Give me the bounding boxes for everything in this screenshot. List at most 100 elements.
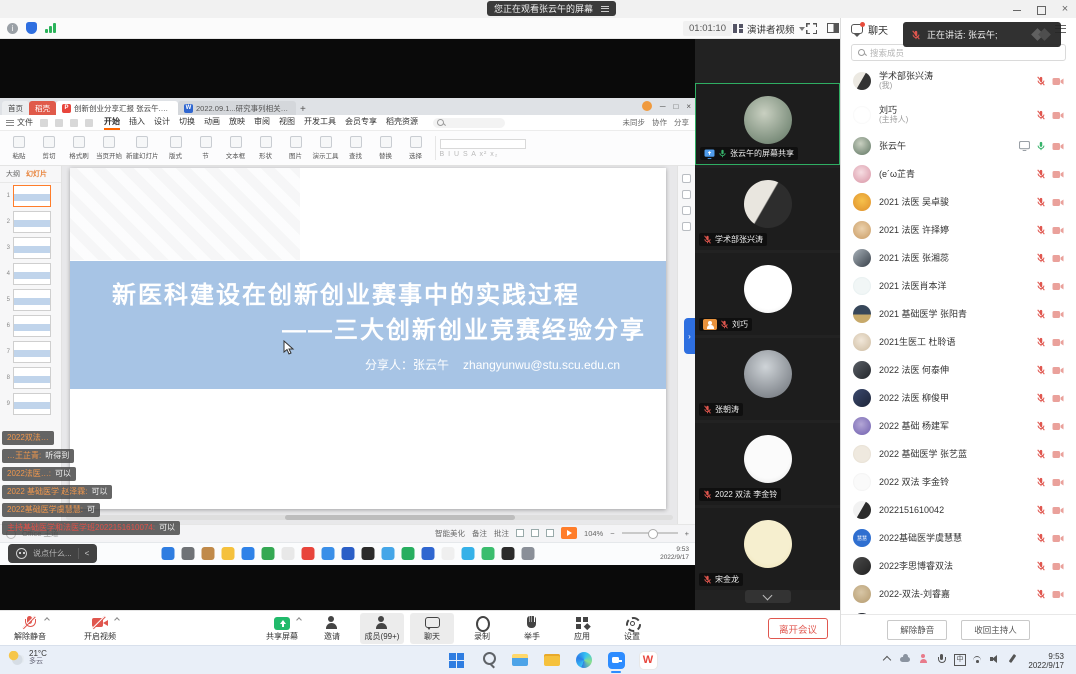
participant-row[interactable]: 学术部张兴涛 (我) [841,64,1076,98]
wps-menu-tab[interactable]: 审阅 [254,116,270,130]
wps-minimize-button[interactable]: ─ [660,102,666,111]
font-name-box[interactable] [440,139,526,149]
scroll-down-button[interactable] [745,590,791,603]
mic-muted-icon[interactable] [1036,365,1046,375]
ribbon-button[interactable]: 粘贴 [4,136,34,160]
collapse-chat-icon[interactable]: < [85,549,90,558]
mic-muted-icon[interactable] [1036,76,1046,86]
chevron-up-icon[interactable] [114,617,120,623]
reclaim-host-button[interactable]: 收回主持人 [961,620,1030,640]
taskbar-app-icon[interactable] [573,649,595,671]
tray-icon[interactable] [954,654,964,664]
ribbon-button[interactable]: 格式刷 [64,136,94,160]
taskbar-app-icon[interactable] [637,649,659,671]
save-icon[interactable] [40,119,48,127]
ribbon-button[interactable]: 查找 [341,136,371,160]
comments-button[interactable]: 批注 [494,528,509,539]
wps-maximize-button[interactable]: □ [673,102,678,111]
tray-icon[interactable] [1008,654,1018,664]
wps-menu-tab[interactable]: 开始 [104,116,120,130]
mic-muted-icon[interactable] [1036,337,1046,347]
toolbar-button[interactable]: 应用 [560,613,604,644]
toolbar-button[interactable]: 共享屏幕 [260,613,304,644]
video-tile[interactable]: 张朝涛 [695,338,840,420]
close-button[interactable]: × [1060,4,1070,14]
mic-muted-icon[interactable] [1036,309,1046,319]
wps-menu-right-item[interactable]: 未同步 [623,117,646,128]
taskbar-app-icon[interactable] [605,649,627,671]
video-tile[interactable]: 2022 双法 李金铃 [695,423,840,505]
ribbon-button[interactable]: 演示工具 [311,136,341,160]
taskbar-app-icon[interactable] [481,547,494,560]
participant-row[interactable]: 2022-双法-刘睿嘉 [841,580,1076,608]
file-menu[interactable]: 文件 [6,117,33,128]
video-tile[interactable]: 学术部张兴涛 [695,168,840,250]
slide-thumbnail-preview[interactable] [13,367,51,389]
view-mode-switcher[interactable]: 演讲者视频 [733,21,805,36]
slide-thumbnail[interactable]: 4 [0,261,61,287]
toolbar-button[interactable]: 举手 [510,613,554,644]
taskbar-app-icon[interactable] [445,649,467,671]
ribbon-button[interactable]: 当页开始 [94,136,124,160]
camera-off-icon[interactable] [1052,534,1064,543]
toolbar-button[interactable]: 邀请 [310,613,354,644]
search-input[interactable] [870,48,1059,58]
mic-muted-icon[interactable] [1036,589,1046,599]
ribbon-button[interactable]: 节 [191,136,221,160]
wps-tab-doc2[interactable]: W 2022.09.1...研究事列相关问题汇总 [178,101,296,115]
ribbon-button[interactable]: 图片 [281,136,311,160]
normal-view-icon[interactable] [516,529,524,537]
slide-thumbnail-preview[interactable] [13,185,51,207]
leave-meeting-button[interactable]: 离开会议 [768,618,828,639]
participant-row[interactable]: 2022151610042 [841,496,1076,524]
new-tab-button[interactable]: + [300,104,306,115]
participant-row[interactable]: (e´ω芷青 [841,160,1076,188]
taskbar-app-icon[interactable] [361,547,374,560]
ribbon-button[interactable]: 替换 [371,136,401,160]
slide-thumbnail[interactable]: 1 [0,183,61,209]
slide-thumbnail[interactable]: 9 [0,391,61,417]
banner-menu-icon[interactable] [601,6,609,12]
camera-off-icon[interactable] [1052,590,1064,599]
outline-tab[interactable]: 大纲 [6,169,20,179]
video-tile[interactable]: 张云午的屏幕共享 [695,83,840,165]
tray-icon[interactable] [936,654,946,664]
camera-off-icon[interactable] [1052,142,1064,151]
properties-icon[interactable] [682,174,691,183]
taskbar-app-icon[interactable] [201,547,214,560]
toolbar-button[interactable]: 录制 [460,613,504,644]
wps-menu-right-item[interactable]: 分享 [674,117,689,128]
mic-muted-icon[interactable] [1036,197,1046,207]
minimize-button[interactable] [1012,4,1022,14]
slide-thumbnail[interactable]: 2 [0,209,61,235]
participant-row[interactable]: 2021 基础医学 张阳青 [841,300,1076,328]
slide-thumbnail-preview[interactable] [13,315,51,337]
unmute-all-button[interactable]: 解除静音 [887,620,947,640]
tray-icon[interactable] [972,654,982,664]
taskbar-app-icon[interactable] [521,547,534,560]
camera-off-icon[interactable] [1052,562,1064,571]
mic-muted-icon[interactable] [1036,225,1046,235]
mic-muted-icon[interactable] [1036,253,1046,263]
wps-menu-tab[interactable]: 动画 [204,116,220,130]
slide-thumbnail[interactable]: 8 [0,365,61,391]
mic-muted-icon[interactable] [1036,393,1046,403]
notes-icon[interactable] [682,222,691,231]
toolbar-button[interactable]: 开启视频 [78,613,122,644]
quick-chat-bar[interactable]: 说点什么... < [8,544,97,563]
chat-tab-icon[interactable] [851,24,863,34]
slide-thumbnail[interactable]: 5 [0,287,61,313]
camera-off-icon[interactable] [1052,77,1064,86]
participant-row[interactable]: 2021 法医 吴卓骏 [841,188,1076,216]
mic-muted-icon[interactable] [1036,281,1046,291]
taskbar-clock[interactable]: 9:53 2022/9/17 [1028,652,1064,670]
taskbar-app-icon[interactable] [461,547,474,560]
participant-row[interactable]: 2022李思博睿双法 [841,552,1076,580]
slide-sorter-icon[interactable] [531,529,539,537]
camera-off-icon[interactable] [1052,198,1064,207]
reading-view-icon[interactable] [546,529,554,537]
toolbar-button[interactable]: 设置 [610,613,654,644]
emoji-icon[interactable] [16,548,27,559]
wps-menu-tab[interactable]: 插入 [129,116,145,130]
mic-muted-icon[interactable] [1036,505,1046,515]
